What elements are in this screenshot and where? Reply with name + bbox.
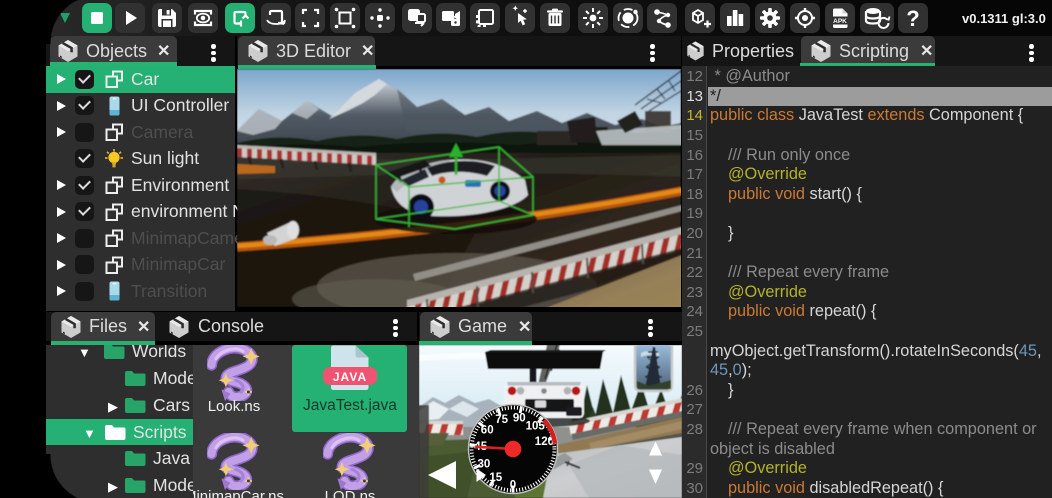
svg-text:105: 105: [526, 421, 546, 433]
svg-text:90: 90: [513, 412, 526, 424]
svg-text:60: 60: [481, 425, 494, 437]
svg-text:APK: APK: [833, 18, 847, 25]
svg-text:120: 120: [535, 436, 554, 448]
svg-text:15: 15: [489, 472, 502, 484]
svg-text:?: ?: [906, 6, 919, 31]
svg-text:0: 0: [510, 479, 516, 491]
svg-text:JAVA: JAVA: [333, 370, 367, 384]
svg-text:75: 75: [495, 414, 508, 426]
svg-text:30: 30: [478, 459, 491, 471]
